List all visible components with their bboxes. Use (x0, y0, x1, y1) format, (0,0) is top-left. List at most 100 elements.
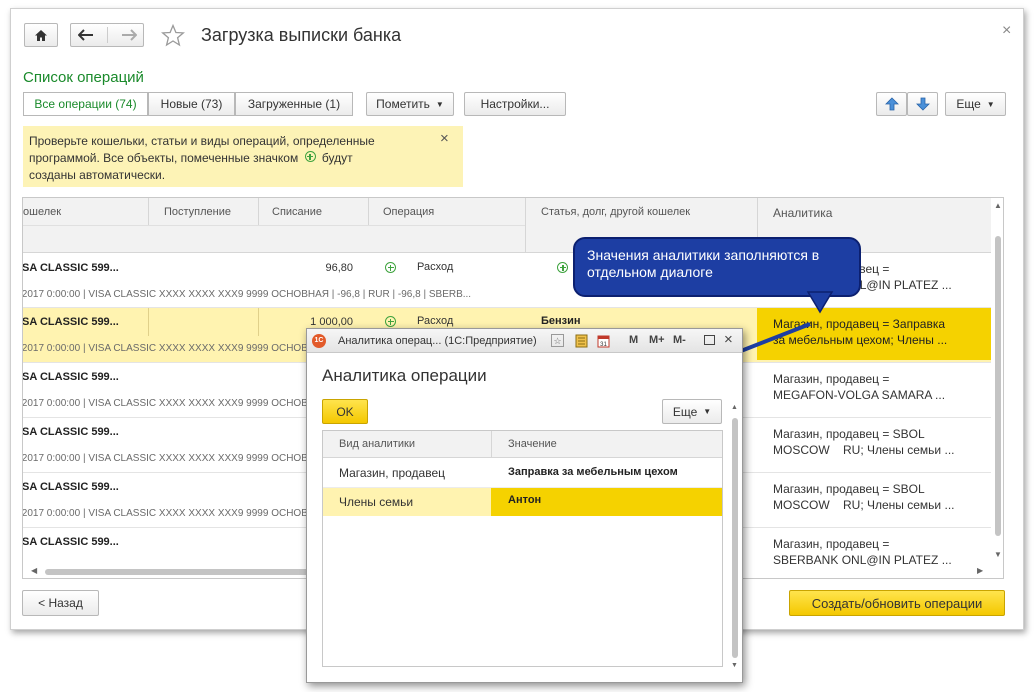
dialog-table-row-selected[interactable]: Члены семьи Антон (323, 488, 722, 516)
analytics-cell: Магазин, продавец = SBERBANK ONL@IN PLAT… (773, 536, 952, 568)
article-cell: Бензин (541, 315, 581, 327)
maximize-icon[interactable] (704, 335, 715, 345)
column-article[interactable]: Статья, долг, другой кошелек (541, 206, 690, 218)
column-divider (368, 198, 369, 225)
info-line-2a: программой. Все объекты, помеченные знач… (29, 151, 299, 165)
back-button[interactable]: < Назад (22, 590, 99, 616)
calculator-icon[interactable] (575, 334, 588, 348)
back-arrow-icon[interactable] (77, 29, 94, 41)
nav-divider (106, 27, 108, 43)
analytics-line-1: Магазин, продавец = (773, 537, 890, 551)
wallet-cell: ISA CLASSIC 599... (22, 262, 119, 274)
chevron-down-icon: ▼ (703, 407, 712, 416)
ok-button[interactable]: OK (322, 399, 368, 424)
info-line-1: Проверьте кошельки, статьи и виды операц… (29, 134, 375, 148)
column-expense[interactable]: Списание (272, 206, 322, 218)
mark-dropdown-button[interactable]: Пометить ▼ (366, 92, 454, 116)
cell-divider (148, 308, 149, 336)
dialog-more-button[interactable]: Еще ▼ (662, 399, 722, 424)
home-button[interactable] (24, 23, 58, 47)
dialog-titlebar: 1С Аналитика операц... (1С:Предприятие) … (307, 329, 742, 353)
callout-text: Значения аналитики заполняются в отдельн… (587, 247, 820, 280)
vertical-scrollbar[interactable]: ▲ ▼ (992, 198, 1003, 564)
scroll-down-icon[interactable]: ▼ (994, 550, 1002, 559)
info-close-button[interactable]: × (440, 130, 449, 147)
app-logo-icon: 1С (312, 334, 326, 348)
memory-minus-button[interactable]: M- (673, 334, 686, 346)
wallet-cell: ISA CLASSIC 599... (22, 481, 119, 493)
more-label: Еще (956, 97, 981, 111)
move-up-button[interactable] (876, 92, 907, 116)
kind-cell: Магазин, продавец (339, 466, 446, 480)
plus-circle-icon (304, 151, 316, 162)
wallet-cell: ISA CLASSIC 599... (22, 536, 119, 548)
column-analytics[interactable]: Аналитика (773, 206, 832, 220)
analytics-cell: Магазин, продавец = SBOL MOSCOW RU; Член… (773, 481, 955, 513)
dialog-more-label: Еще (672, 404, 698, 419)
tab-all-operations[interactable]: Все операции (74) (23, 92, 148, 116)
forward-arrow-icon[interactable] (121, 29, 137, 41)
memory-button[interactable]: M (629, 334, 638, 346)
scroll-right-icon[interactable]: ▶ (977, 566, 983, 575)
arrow-up-icon (884, 97, 899, 111)
callout-bubble: Значения аналитики заполняются в отдельн… (573, 237, 861, 297)
analytics-line-2: MOSCOW RU; Члены семьи (773, 498, 942, 512)
row-details: .2017 0:00:00 | VISA CLASSIC XXXX XXXX X… (22, 453, 309, 464)
column-income[interactable]: Поступление (164, 206, 231, 218)
column-wallet[interactable]: ошелек (23, 206, 61, 218)
section-title: Список операций (23, 69, 144, 86)
window-title: Загрузка выписки банка (201, 25, 402, 45)
column-analytics-kind[interactable]: Вид аналитики (339, 438, 415, 450)
analytics-line-2: SBERBANK ONL@IN PLATEZ (773, 553, 939, 567)
dialog-scroll-thumb[interactable] (732, 418, 738, 658)
operation-cell: Расход (417, 261, 454, 273)
row-details: .2017 0:00:00 | VISA CLASSIC XXXX XXXX X… (22, 508, 309, 519)
memory-plus-button[interactable]: M+ (649, 334, 665, 346)
info-line-2: программой. Все объекты, помеченные знач… (29, 150, 457, 167)
column-value[interactable]: Значение (508, 438, 557, 450)
calendar-icon[interactable]: 31 (597, 334, 610, 348)
svg-text:31: 31 (600, 342, 607, 348)
nav-buttons (70, 23, 144, 47)
analytics-line-1: Магазин, продавец = SBOL (773, 482, 925, 496)
dialog-table: Вид аналитики Значение Магазин, продавец… (322, 430, 723, 667)
dialog-close-icon[interactable]: × (724, 331, 733, 348)
wallet-cell: ISA CLASSIC 599... (22, 316, 119, 328)
wallet-cell: ISA CLASSIC 599... (22, 426, 119, 438)
tab-loaded[interactable]: Загруженные (1) (235, 92, 353, 116)
favorite-star-icon[interactable] (161, 24, 185, 47)
dialog-scrollbar[interactable]: ▲ ▼ (730, 404, 740, 674)
value-cell-highlight[interactable]: Антон (491, 488, 722, 516)
expense-cell: 1 000,00 (310, 316, 353, 328)
analytics-line-2: MEGAFON-VOLGA SAMARA (773, 388, 932, 402)
create-update-button[interactable]: Создать/обновить операции (789, 590, 1005, 616)
vertical-scroll-thumb[interactable] (995, 236, 1001, 536)
dialog-table-row[interactable]: Магазин, продавец Заправка за мебельным … (323, 459, 722, 488)
scroll-down-icon[interactable]: ▼ (731, 662, 738, 669)
plus-circle-icon (557, 262, 569, 273)
wallet-cell: ISA CLASSIC 599... (22, 371, 119, 383)
move-down-button[interactable] (907, 92, 938, 116)
chevron-down-icon: ▼ (435, 99, 444, 109)
column-operation[interactable]: Операция (383, 206, 434, 218)
plus-circle-icon (385, 262, 396, 273)
home-icon (35, 29, 47, 41)
window-close-button[interactable]: × (1002, 22, 1011, 40)
row-details: .2017 0:00:00 | VISA CLASSIC XXXX XXXX X… (22, 289, 472, 300)
ellipsis: ... (941, 553, 952, 567)
operation-cell: Расход (417, 315, 454, 327)
dialog-title: Аналитика операц... (1С:Предприятие) (338, 335, 537, 347)
mark-label: Пометить (376, 97, 430, 111)
scroll-up-icon[interactable]: ▲ (731, 404, 738, 411)
scroll-up-icon[interactable]: ▲ (994, 201, 1002, 210)
value-cell: Заправка за мебельным цехом (508, 466, 678, 478)
more-dropdown-button[interactable]: Еще ▼ (945, 92, 1006, 116)
scroll-left-icon[interactable]: ◀ (31, 566, 37, 575)
settings-button[interactable]: Настройки... (464, 92, 566, 116)
tab-new[interactable]: Новые (73) (148, 92, 235, 116)
ellipsis: ... (941, 278, 952, 292)
favorite-icon[interactable]: ☆ (551, 334, 564, 347)
column-divider (148, 198, 149, 225)
info-line-3: созданы автоматически. (29, 168, 166, 182)
header-divider (23, 225, 525, 226)
